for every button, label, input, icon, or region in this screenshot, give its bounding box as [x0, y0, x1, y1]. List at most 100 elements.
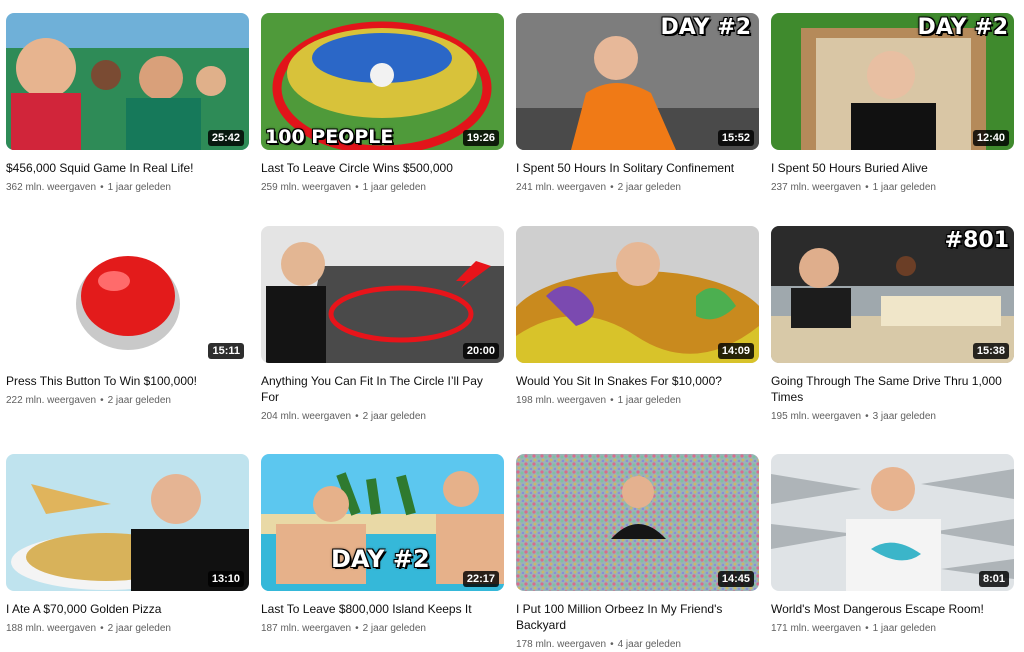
video-duration: 20:00	[462, 343, 499, 359]
meta-separator: •	[100, 623, 104, 634]
video-title[interactable]: I Put 100 Million Orbeez In My Friend's …	[516, 601, 759, 633]
meta-separator: •	[355, 182, 359, 193]
video-duration: 15:11	[208, 343, 244, 359]
view-count: 204 mln. weergaven	[261, 411, 352, 422]
view-count: 178 mln. weergaven	[516, 639, 607, 650]
video-title[interactable]: I Spent 50 Hours In Solitary Confinement	[516, 160, 759, 176]
video-card[interactable]: 8:01 World's Most Dangerous Escape Room!…	[771, 454, 1014, 652]
upload-age: 3 jaar geleden	[872, 411, 936, 422]
view-count: 187 mln. weergaven	[261, 623, 352, 634]
video-card[interactable]: 100 PEOPLE 19:26 Last To Leave Circle Wi…	[261, 13, 504, 195]
video-thumbnail[interactable]: 8:01	[771, 454, 1014, 591]
video-title[interactable]: Anything You Can Fit In The Circle I’ll …	[261, 373, 504, 405]
video-duration: 22:17	[462, 571, 499, 587]
video-thumbnail[interactable]: DAY #2 15:52	[516, 13, 759, 150]
video-title[interactable]: I Spent 50 Hours Buried Alive	[771, 160, 1014, 176]
video-title[interactable]: Would You Sit In Snakes For $10,000?	[516, 373, 759, 389]
video-row-3: 13:10 I Ate A $70,000 Golden Pizza 188 m…	[6, 454, 1014, 652]
video-meta: 198 mln. weergaven • 1 jaar geleden	[516, 394, 759, 408]
view-count: 362 mln. weergaven	[6, 182, 97, 193]
video-duration: 15:52	[717, 130, 754, 146]
thumbnail-image	[771, 454, 1014, 591]
video-card[interactable]: 14:09 Would You Sit In Snakes For $10,00…	[516, 226, 759, 424]
video-title[interactable]: Last To Leave Circle Wins $500,000	[261, 160, 504, 176]
upload-age: 1 jaar geleden	[107, 182, 171, 193]
thumbnail-overlay-text: DAY #2	[917, 15, 1008, 40]
meta-separator: •	[610, 395, 614, 406]
view-count: 171 mln. weergaven	[771, 623, 862, 634]
meta-separator: •	[610, 182, 614, 193]
view-count: 259 mln. weergaven	[261, 182, 352, 193]
upload-age: 4 jaar geleden	[617, 639, 681, 650]
meta-separator: •	[610, 639, 614, 650]
thumbnail-overlay-text: #801	[944, 228, 1009, 253]
meta-separator: •	[865, 182, 869, 193]
video-thumbnail[interactable]: DAY #2 22:17	[261, 454, 504, 591]
video-duration: 13:10	[207, 571, 244, 587]
video-meta: 171 mln. weergaven • 1 jaar geleden	[771, 622, 1014, 636]
video-duration: 14:45	[717, 571, 754, 587]
video-meta: 188 mln. weergaven • 2 jaar geleden	[6, 622, 249, 636]
thumbnail-overlay-text: DAY #2	[660, 15, 751, 40]
video-meta: 195 mln. weergaven • 3 jaar geleden	[771, 410, 1014, 424]
video-card[interactable]: 20:00 Anything You Can Fit In The Circle…	[261, 226, 504, 424]
video-meta: 178 mln. weergaven • 4 jaar geleden	[516, 638, 759, 652]
video-card[interactable]: DAY #2 12:40 I Spent 50 Hours Buried Ali…	[771, 13, 1014, 195]
video-card[interactable]: 13:10 I Ate A $70,000 Golden Pizza 188 m…	[6, 454, 249, 652]
meta-separator: •	[355, 623, 359, 634]
upload-age: 1 jaar geleden	[617, 395, 681, 406]
meta-separator: •	[100, 395, 104, 406]
video-thumbnail[interactable]: 15:11	[6, 226, 249, 363]
video-meta: 187 mln. weergaven • 2 jaar geleden	[261, 622, 504, 636]
upload-age: 2 jaar geleden	[107, 623, 171, 634]
video-meta: 237 mln. weergaven • 1 jaar geleden	[771, 181, 1014, 195]
video-thumbnail[interactable]: 100 PEOPLE 19:26	[261, 13, 504, 150]
video-duration: 12:40	[972, 130, 1009, 146]
video-title[interactable]: Last To Leave $800,000 Island Keeps It	[261, 601, 504, 617]
video-thumbnail[interactable]: 14:45	[516, 454, 759, 591]
video-card[interactable]: DAY #2 22:17 Last To Leave $800,000 Isla…	[261, 454, 504, 652]
video-thumbnail[interactable]: 25:42	[6, 13, 249, 150]
meta-separator: •	[100, 182, 104, 193]
thumbnail-overlay-text: DAY #2	[331, 545, 430, 573]
video-thumbnail[interactable]: 13:10	[6, 454, 249, 591]
upload-age: 1 jaar geleden	[872, 623, 936, 634]
video-meta: 222 mln. weergaven • 2 jaar geleden	[6, 394, 249, 408]
meta-separator: •	[355, 411, 359, 422]
video-thumbnail[interactable]: 14:09	[516, 226, 759, 363]
video-thumbnail[interactable]: 20:00	[261, 226, 504, 363]
video-thumbnail[interactable]: #801 15:38	[771, 226, 1014, 363]
video-duration: 15:38	[972, 343, 1009, 359]
video-title[interactable]: World's Most Dangerous Escape Room!	[771, 601, 1014, 617]
video-meta: 241 mln. weergaven • 2 jaar geleden	[516, 181, 759, 195]
video-meta: 362 mln. weergaven • 1 jaar geleden	[6, 181, 249, 195]
video-title[interactable]: Going Through The Same Drive Thru 1,000 …	[771, 373, 1014, 405]
video-title[interactable]: I Ate A $70,000 Golden Pizza	[6, 601, 249, 617]
view-count: 198 mln. weergaven	[516, 395, 607, 406]
view-count: 188 mln. weergaven	[6, 623, 97, 634]
thumbnail-overlay-text: 100 PEOPLE	[265, 126, 394, 148]
video-thumbnail[interactable]: DAY #2 12:40	[771, 13, 1014, 150]
upload-age: 2 jaar geleden	[617, 182, 681, 193]
upload-age: 2 jaar geleden	[107, 395, 171, 406]
video-duration: 19:26	[462, 130, 499, 146]
video-meta: 259 mln. weergaven • 1 jaar geleden	[261, 181, 504, 195]
video-card[interactable]: DAY #2 15:52 I Spent 50 Hours In Solitar…	[516, 13, 759, 195]
upload-age: 1 jaar geleden	[872, 182, 936, 193]
video-title[interactable]: $456,000 Squid Game In Real Life!	[6, 160, 249, 176]
video-duration: 14:09	[717, 343, 754, 359]
video-duration: 8:01	[978, 571, 1009, 587]
view-count: 195 mln. weergaven	[771, 411, 862, 422]
view-count: 241 mln. weergaven	[516, 182, 607, 193]
video-card[interactable]: 14:45 I Put 100 Million Orbeez In My Fri…	[516, 454, 759, 652]
meta-separator: •	[865, 623, 869, 634]
video-card[interactable]: 15:11 Press This Button To Win $100,000!…	[6, 226, 249, 424]
video-card[interactable]: 25:42 $456,000 Squid Game In Real Life! …	[6, 13, 249, 195]
upload-age: 1 jaar geleden	[362, 182, 426, 193]
upload-age: 2 jaar geleden	[362, 411, 426, 422]
video-row-2: 15:11 Press This Button To Win $100,000!…	[6, 226, 1014, 424]
video-row-1: 25:42 $456,000 Squid Game In Real Life! …	[6, 13, 1014, 195]
video-title[interactable]: Press This Button To Win $100,000!	[6, 373, 249, 389]
video-card[interactable]: #801 15:38 Going Through The Same Drive …	[771, 226, 1014, 424]
meta-separator: •	[865, 411, 869, 422]
